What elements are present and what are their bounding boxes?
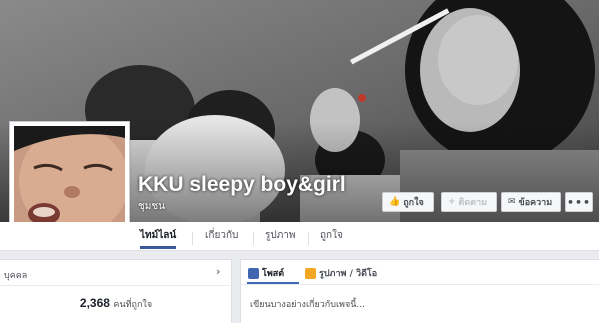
- like-button-label: ถูกใจ: [403, 198, 424, 208]
- photo-icon: [305, 267, 316, 279]
- likes-label: คนที่ถูกใจ: [113, 300, 153, 310]
- tab-divider: [253, 232, 254, 245]
- facebook-page: KKU sleepy boy&girl ชุมชน 👍 ถูกใจ + ติดต…: [0, 0, 599, 323]
- more-button[interactable]: •••: [565, 192, 593, 212]
- composer-active-indicator: [247, 282, 299, 284]
- composer-tabs: โพสต์ รูปภาพ / วิดีโอ: [241, 260, 599, 285]
- tab-about[interactable]: เกี่ยวกับ: [205, 228, 238, 243]
- plus-icon: +: [448, 197, 456, 207]
- composer-input[interactable]: เขียนบางอย่างเกี่ยวกับเพจนี้...: [250, 297, 365, 311]
- people-card: บุคคล › 2,368 คนที่ถูกใจ: [0, 259, 232, 323]
- chat-icon: ✉: [508, 197, 516, 207]
- message-button[interactable]: ✉ ข้อความ: [501, 192, 561, 212]
- message-button-label: ข้อความ: [518, 198, 553, 208]
- chevron-right-icon[interactable]: ›: [216, 265, 220, 278]
- tab-likes[interactable]: ถูกใจ: [320, 228, 343, 243]
- more-dots-icon: •••: [566, 195, 592, 209]
- page-category[interactable]: ชุมชน: [138, 199, 165, 214]
- likes-count[interactable]: 2,368: [80, 296, 110, 310]
- likes-count-row: 2,368 คนที่ถูกใจ: [0, 296, 232, 311]
- composer-tab-post[interactable]: โพสต์: [248, 266, 284, 280]
- like-button[interactable]: 👍 ถูกใจ: [382, 192, 434, 212]
- page-tab-bar: ไทม์ไลน์ เกี่ยวกับ รูปภาพ ถูกใจ: [0, 222, 599, 251]
- divider: [0, 285, 232, 286]
- follow-button-label: ติดตาม: [458, 198, 488, 208]
- tab-timeline[interactable]: ไทม์ไลน์: [140, 228, 176, 243]
- follow-button[interactable]: + ติดตาม: [441, 192, 497, 212]
- thumbs-up-icon: 👍: [389, 197, 401, 207]
- people-card-title[interactable]: บุคคล: [4, 268, 27, 282]
- post-composer: โพสต์ รูปภาพ / วิดีโอ เขียนบางอย่างเกี่ย…: [240, 259, 599, 323]
- active-tab-indicator: [140, 246, 176, 249]
- tab-divider: [308, 232, 309, 245]
- tab-photos[interactable]: รูปภาพ: [265, 228, 296, 243]
- tab-divider: [192, 232, 193, 245]
- post-icon: [248, 267, 259, 279]
- composer-tab-photo-label: รูปภาพ / วิดีโอ: [319, 269, 378, 279]
- composer-tab-post-label: โพสต์: [262, 269, 285, 279]
- composer-tab-photo-video[interactable]: รูปภาพ / วิดีโอ: [305, 266, 377, 280]
- avatar: [14, 126, 125, 237]
- page-title[interactable]: KKU sleepy boy&girl: [138, 173, 346, 197]
